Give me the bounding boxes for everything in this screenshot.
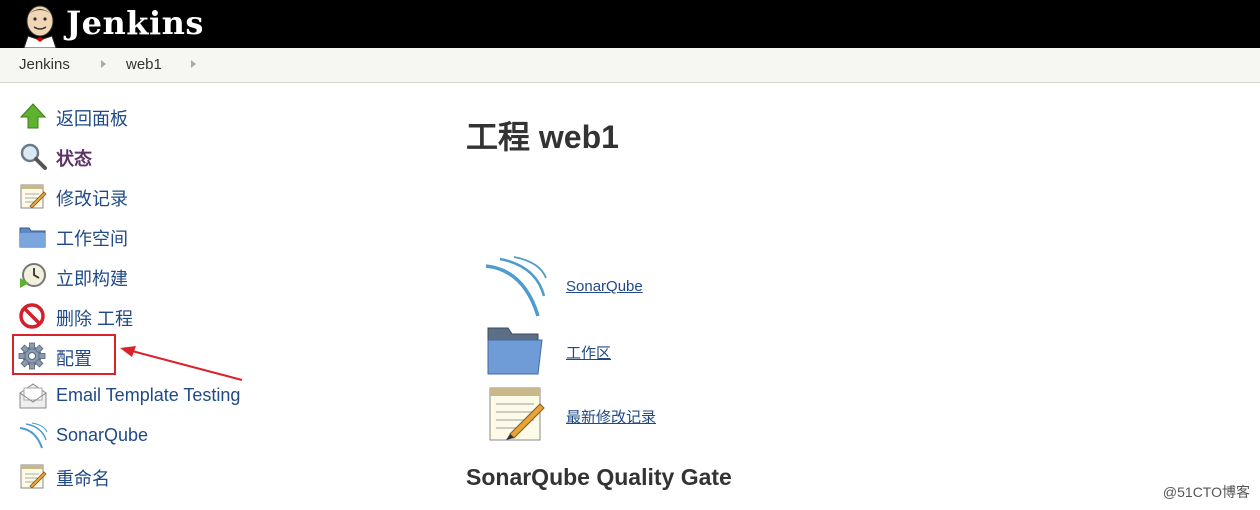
main-link-sonarqube[interactable]: SonarQube [484,256,784,320]
sonarqube-link[interactable]: SonarQube [566,278,643,295]
notepad-icon [20,464,47,489]
sidebar-item-back-to-dashboard[interactable]: 返回面板 [18,100,278,132]
folder-icon [487,327,543,375]
sidebar-item-label: 返回面板 [56,109,128,129]
magnifier-icon [20,143,47,170]
sidebar-item-label: SonarQube [56,425,149,445]
sidebar-item-build-now[interactable]: 立即构建 [18,260,278,292]
breadcrumb-web1[interactable]: web1 [126,56,162,73]
notepad-icon [489,387,545,441]
annotation-arrow-icon [120,346,243,381]
watermark: @51CTO博客 [1162,484,1250,500]
main-link-recent-changes[interactable]: 最新修改记录 [484,384,784,448]
clock-play-icon [20,263,46,288]
notepad-icon [20,184,47,209]
main-link-workspace[interactable]: 工作区 [484,320,784,384]
up-arrow-icon [19,103,47,129]
sidebar-item-status[interactable]: 状态 [18,140,278,172]
sidebar-item-label: 状态 [56,149,92,169]
brand-title[interactable]: Jenkins [66,2,204,44]
sidebar-item-label: 重命名 [56,469,110,489]
sonarqube-quality-gate-heading: SonarQube Quality Gate [466,464,732,490]
sidebar-item-rename[interactable]: 重命名 [18,460,278,492]
page-title: 工程 web1 [466,119,619,155]
sidebar-item-delete-project[interactable]: 删除 工程 [18,300,278,332]
recent-changes-link[interactable]: 最新修改记录 [566,406,656,427]
sidebar-item-label: Email Template Testing [56,385,241,405]
sonarqube-icon [485,256,547,317]
sidebar-item-label: 立即构建 [56,269,128,289]
configure-highlight-box [12,334,116,375]
no-entry-icon [19,303,45,329]
sidebar-item-label: 工作空间 [56,229,128,249]
sidebar-item-workspace[interactable]: 工作空间 [18,220,278,252]
top-header: Jenkins [0,0,1260,48]
breadcrumb-separator-icon[interactable] [191,60,196,68]
sidebar-item-label: 删除 工程 [56,309,134,329]
workspace-link[interactable]: 工作区 [566,342,611,363]
sidebar-item-sonarqube[interactable]: SonarQube [18,420,278,452]
breadcrumb: Jenkins web1 [0,48,1260,83]
jenkins-logo-icon[interactable] [18,2,62,48]
folder-icon [19,227,46,248]
envelope-icon [19,383,47,409]
sidebar-item-label: 修改记录 [56,189,128,209]
breadcrumb-separator-icon[interactable] [101,60,106,68]
sidebar-item-changes[interactable]: 修改记录 [18,180,278,212]
sonarqube-icon [19,422,48,449]
breadcrumb-jenkins[interactable]: Jenkins [19,56,70,73]
